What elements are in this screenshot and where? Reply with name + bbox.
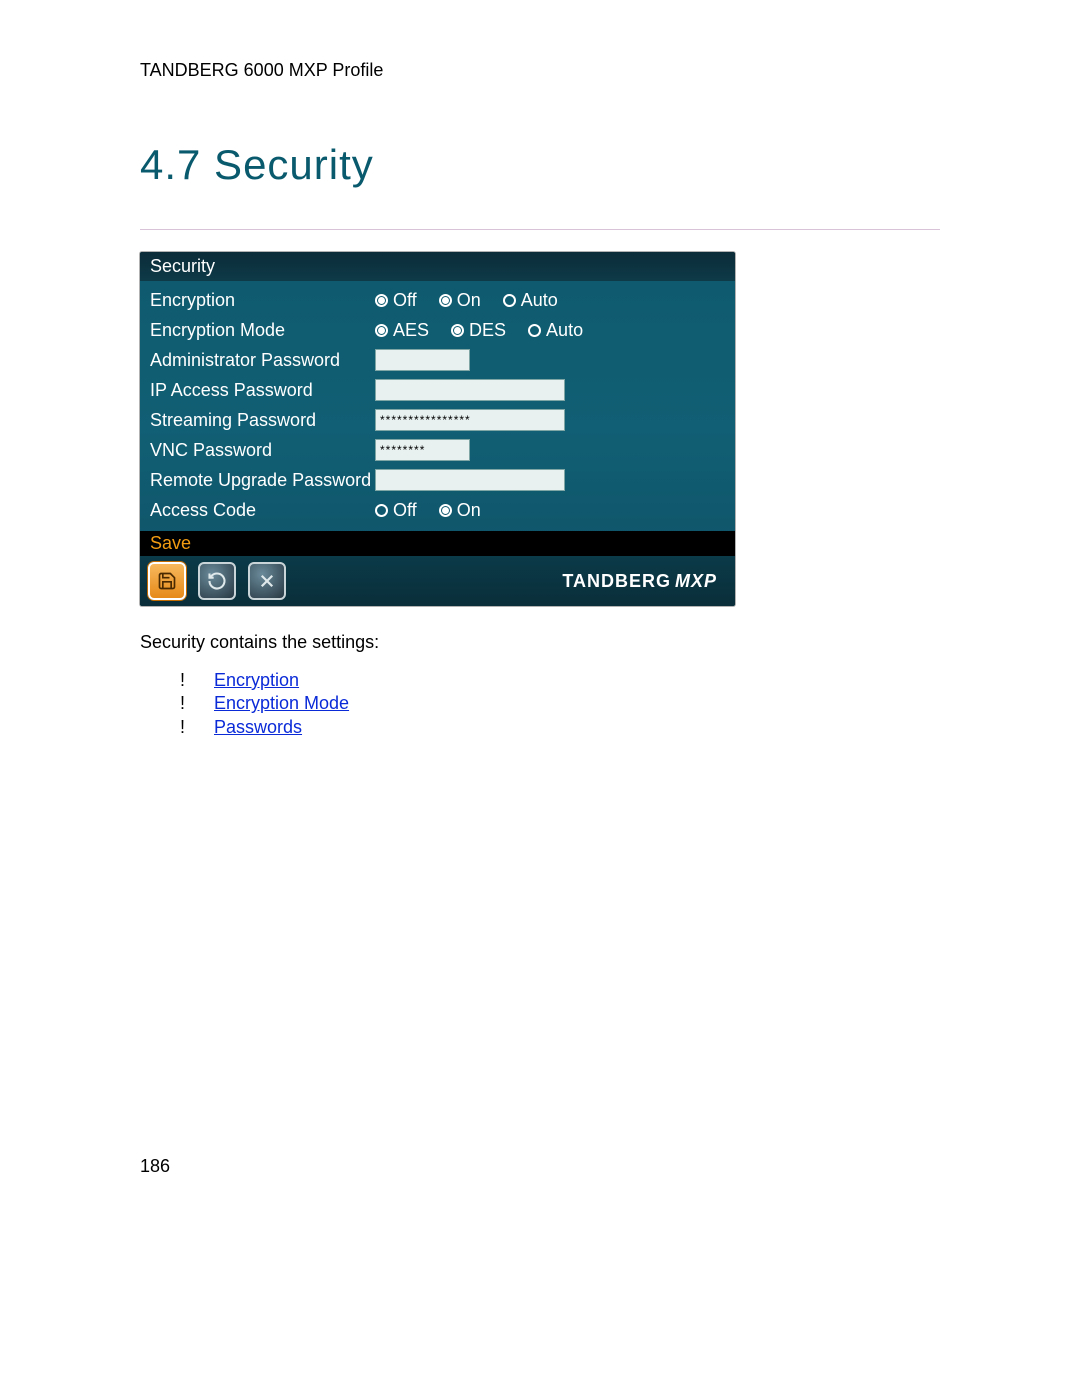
radio-label: On bbox=[457, 500, 481, 521]
admin-password-input[interactable] bbox=[375, 349, 470, 371]
radio-encryption-auto[interactable]: Auto bbox=[503, 290, 558, 311]
radio-encryption-on[interactable]: On bbox=[439, 290, 481, 311]
list-item: ! Encryption bbox=[140, 669, 940, 692]
row-remote-password: Remote Upgrade Password bbox=[150, 465, 725, 495]
list-item: ! Encryption Mode bbox=[140, 692, 940, 715]
radio-dot-icon bbox=[375, 294, 388, 307]
row-streaming-password: Streaming Password bbox=[150, 405, 725, 435]
radio-dot-icon bbox=[375, 324, 388, 337]
row-ip-password: IP Access Password bbox=[150, 375, 725, 405]
label-ip-password: IP Access Password bbox=[150, 380, 375, 401]
save-button[interactable] bbox=[148, 562, 186, 600]
save-label: Save bbox=[140, 531, 735, 556]
streaming-password-input[interactable] bbox=[375, 409, 565, 431]
panel-title: Security bbox=[140, 252, 735, 281]
radio-label: On bbox=[457, 290, 481, 311]
body-text: Security contains the settings: bbox=[140, 632, 940, 653]
label-streaming-password: Streaming Password bbox=[150, 410, 375, 431]
link-encryption[interactable]: Encryption bbox=[214, 669, 299, 692]
panel-form: Encryption Off On Auto Encryption Mode bbox=[140, 281, 735, 531]
brand-text: TANDBERG bbox=[562, 571, 671, 592]
floppy-icon bbox=[157, 571, 177, 591]
link-passwords[interactable]: Passwords bbox=[214, 716, 302, 739]
bullet: ! bbox=[180, 716, 186, 739]
label-admin-password: Administrator Password bbox=[150, 350, 375, 371]
radio-mode-auto[interactable]: Auto bbox=[528, 320, 583, 341]
page-number: 186 bbox=[140, 1156, 170, 1177]
radio-label: AES bbox=[393, 320, 429, 341]
radio-dot-icon bbox=[439, 504, 452, 517]
ip-password-input[interactable] bbox=[375, 379, 565, 401]
radio-access-off[interactable]: Off bbox=[375, 500, 417, 521]
link-list: ! Encryption ! Encryption Mode ! Passwor… bbox=[140, 669, 940, 739]
close-button[interactable] bbox=[248, 562, 286, 600]
section-title: 4.7 Security bbox=[140, 141, 940, 189]
label-remote-password: Remote Upgrade Password bbox=[150, 470, 375, 491]
brand-logo: TANDBERG MXP bbox=[562, 571, 727, 592]
radio-dot-icon bbox=[528, 324, 541, 337]
divider bbox=[140, 229, 940, 230]
security-panel: Security Encryption Off On Auto Encr bbox=[140, 252, 735, 606]
row-encryption: Encryption Off On Auto bbox=[150, 285, 725, 315]
radio-dot-icon bbox=[503, 294, 516, 307]
remote-password-input[interactable] bbox=[375, 469, 565, 491]
radio-encryption-off[interactable]: Off bbox=[375, 290, 417, 311]
radio-access-on[interactable]: On bbox=[439, 500, 481, 521]
radio-dot-icon bbox=[375, 504, 388, 517]
radio-label: Off bbox=[393, 500, 417, 521]
label-encryption-mode: Encryption Mode bbox=[150, 320, 375, 341]
label-vnc-password: VNC Password bbox=[150, 440, 375, 461]
vnc-password-input[interactable] bbox=[375, 439, 470, 461]
refresh-button[interactable] bbox=[198, 562, 236, 600]
radio-dot-icon bbox=[439, 294, 452, 307]
label-access-code: Access Code bbox=[150, 500, 375, 521]
doc-header: TANDBERG 6000 MXP Profile bbox=[140, 60, 940, 81]
radio-mode-aes[interactable]: AES bbox=[375, 320, 429, 341]
radio-label: DES bbox=[469, 320, 506, 341]
link-encryption-mode[interactable]: Encryption Mode bbox=[214, 692, 349, 715]
radio-label: Off bbox=[393, 290, 417, 311]
bullet: ! bbox=[180, 692, 186, 715]
brand-suffix: MXP bbox=[675, 571, 717, 592]
radio-dot-icon bbox=[451, 324, 464, 337]
row-access-code: Access Code Off On bbox=[150, 495, 725, 525]
list-item: ! Passwords bbox=[140, 716, 940, 739]
label-encryption: Encryption bbox=[150, 290, 375, 311]
row-admin-password: Administrator Password bbox=[150, 345, 725, 375]
row-encryption-mode: Encryption Mode AES DES Auto bbox=[150, 315, 725, 345]
radio-label: Auto bbox=[546, 320, 583, 341]
radio-label: Auto bbox=[521, 290, 558, 311]
close-icon bbox=[258, 572, 276, 590]
refresh-icon bbox=[207, 571, 227, 591]
radio-mode-des[interactable]: DES bbox=[451, 320, 506, 341]
panel-toolbar: TANDBERG MXP bbox=[140, 556, 735, 606]
row-vnc-password: VNC Password bbox=[150, 435, 725, 465]
bullet: ! bbox=[180, 669, 186, 692]
